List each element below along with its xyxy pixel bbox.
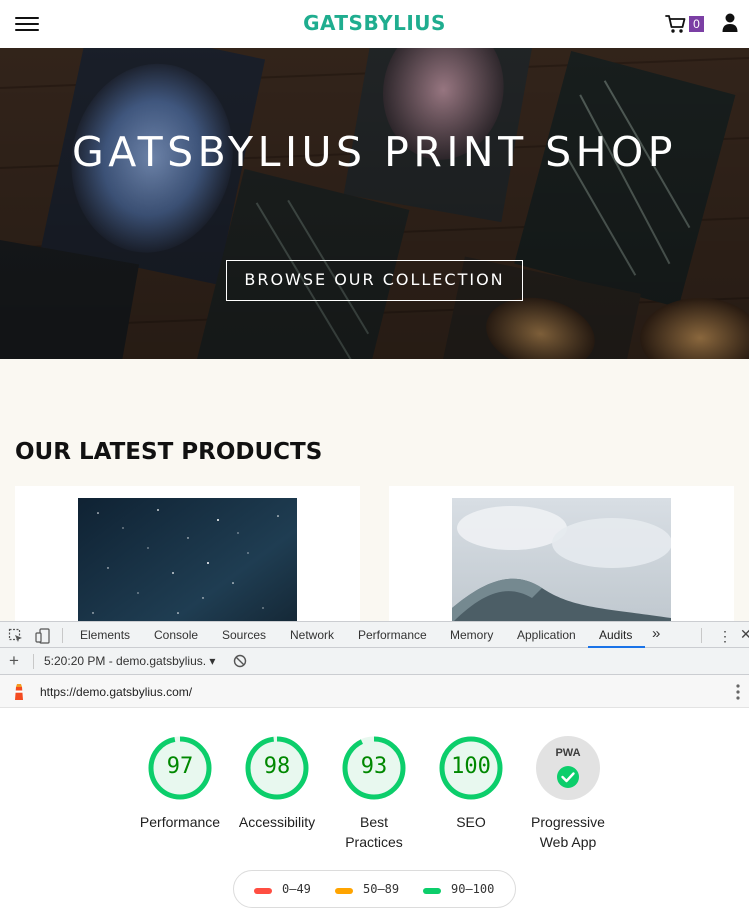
- gauge-pwa[interactable]: PWA Progressive Web App: [518, 735, 618, 852]
- section-title: OUR LATEST PRODUCTS: [15, 439, 323, 465]
- devtools-tab-bar: Elements Console Sources Network Perform…: [0, 621, 749, 648]
- gauge-performance[interactable]: 97 Performance: [130, 735, 230, 832]
- clear-icon[interactable]: [233, 654, 247, 668]
- gauge-label: Best Practices: [345, 814, 403, 850]
- inspect-element-icon[interactable]: [8, 628, 24, 644]
- tab-performance[interactable]: Performance: [358, 628, 427, 642]
- tab-elements[interactable]: Elements: [80, 628, 130, 642]
- brand-logo[interactable]: GATSBYLIUS: [303, 11, 446, 35]
- new-audit-icon[interactable]: +: [9, 651, 19, 671]
- gauge-score: 97: [166, 754, 194, 779]
- pwa-badge-text: PWA: [555, 747, 580, 759]
- legend-range-pass: 90–100: [451, 882, 495, 896]
- toolbar-divider: [62, 628, 63, 643]
- product-card[interactable]: [15, 486, 360, 622]
- devtools-panel: Elements Console Sources Network Perform…: [0, 621, 749, 924]
- gauge-label: Progressive Web App: [531, 814, 605, 850]
- pwa-badge-icon: PWA: [536, 736, 600, 800]
- gauge-best-practices[interactable]: 93 Best Practices: [324, 735, 424, 852]
- close-icon[interactable]: ✕: [740, 626, 749, 643]
- audited-url[interactable]: https://demo.gatsbylius.com/: [40, 685, 192, 699]
- tab-memory[interactable]: Memory: [450, 628, 493, 642]
- legend-swatch-pass: [423, 888, 441, 894]
- cart-icon[interactable]: [665, 13, 687, 35]
- product-image-wave: [452, 498, 671, 622]
- hero-title: GATSBYLIUS PRINT SHOP: [71, 128, 678, 176]
- devtools-menu-icon[interactable]: ⋮: [718, 628, 732, 645]
- tab-sources[interactable]: Sources: [222, 628, 266, 642]
- cart-count-badge[interactable]: 0: [689, 16, 704, 32]
- tab-application[interactable]: Application: [517, 628, 576, 642]
- more-tabs-icon[interactable]: »: [652, 625, 660, 642]
- toolbar-divider: [701, 628, 702, 643]
- gauge-score: 100: [451, 754, 491, 779]
- latest-products-section: OUR LATEST PRODUCTS: [0, 359, 749, 622]
- brand-wrapper: GATSBYLIUS: [0, 11, 749, 35]
- gauge-score: 93: [360, 754, 388, 779]
- user-icon[interactable]: [722, 13, 738, 33]
- score-legend: 0–49 50–89 90–100: [233, 870, 516, 908]
- site-header: GATSBYLIUS 0: [0, 0, 749, 48]
- hero-background-image: [0, 48, 749, 359]
- legend-swatch-fail: [254, 888, 272, 894]
- tab-console[interactable]: Console: [154, 628, 198, 642]
- lighthouse-icon: [15, 684, 23, 700]
- gauge-score: 98: [263, 754, 291, 779]
- legend-range-average: 50–89: [363, 882, 400, 896]
- browse-collection-button[interactable]: BROWSE OUR COLLECTION: [226, 260, 523, 301]
- report-menu-icon[interactable]: [734, 683, 742, 701]
- device-toolbar-icon[interactable]: [35, 628, 51, 644]
- tab-network[interactable]: Network: [290, 628, 334, 642]
- legend-swatch-average: [335, 888, 353, 894]
- product-card[interactable]: [389, 486, 734, 622]
- audit-url-bar: https://demo.gatsbylius.com/: [0, 675, 749, 708]
- toolbar-divider: [33, 654, 34, 669]
- tab-audits[interactable]: Audits: [599, 628, 632, 642]
- report-selector[interactable]: 5:20:20 PM - demo.gatsbylius. ▾: [44, 654, 215, 668]
- gauge-label: SEO: [456, 814, 486, 830]
- legend-range-fail: 0–49: [282, 882, 311, 896]
- gauge-accessibility[interactable]: 98 Accessibility: [227, 735, 327, 832]
- gauge-label: Performance: [139, 814, 221, 830]
- product-image-night-sky: [78, 498, 297, 622]
- menu-icon[interactable]: [15, 15, 39, 33]
- hero-banner: GATSBYLIUS PRINT SHOP BROWSE OUR COLLECT…: [0, 48, 749, 359]
- audits-toolbar: + 5:20:20 PM - demo.gatsbylius. ▾: [0, 648, 749, 675]
- gauge-label: Accessibility: [238, 814, 316, 830]
- gauge-seo[interactable]: 100 SEO: [421, 735, 521, 832]
